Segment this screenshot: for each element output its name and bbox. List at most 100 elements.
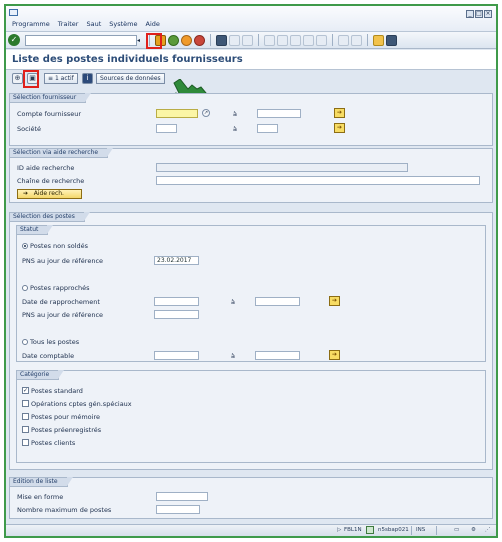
input-search-string[interactable] <box>156 176 480 185</box>
data-sources-label: Sources de données <box>100 75 161 82</box>
group-search-help: Sélection via aide recherche ID aide rec… <box>9 148 493 203</box>
dynamic-selection-label: 1 actif <box>54 75 74 82</box>
input-open-key-date[interactable]: 23.02.2017 <box>154 256 199 265</box>
status-settings-icon[interactable]: ⚙ <box>471 527 476 533</box>
group-supplier-selection: Sélection fournisseur Compte fournisseur… <box>9 93 493 146</box>
exit-icon[interactable] <box>181 34 192 46</box>
menu-programme[interactable]: Programme <box>12 20 50 28</box>
command-field[interactable] <box>25 34 137 46</box>
multiple-selection-supplier-icon[interactable]: ➔ <box>334 108 345 118</box>
layout-icon[interactable] <box>351 34 362 46</box>
checkbox-standard-items[interactable]: ✓ <box>22 387 29 394</box>
subgroup-status: Statut Postes non soldés PNS au jour de … <box>16 225 486 362</box>
status-resize-grip-icon[interactable]: ⋰ <box>485 527 491 533</box>
label-noted-items: Postes pour mémoire <box>31 413 100 421</box>
label-posting-date: Date comptable <box>22 352 75 360</box>
radio-all-items[interactable] <box>22 339 28 345</box>
data-sources-button[interactable]: Sources de données <box>96 73 165 84</box>
minimize-button[interactable]: _ <box>466 10 474 18</box>
window-controls: _ □ × <box>466 10 492 18</box>
input-supplier-to[interactable] <box>257 109 301 118</box>
title-bar: Liste des postes individuels fournisseur… <box>6 50 496 70</box>
group-item-selection-title: Sélection des postes <box>10 212 90 222</box>
menu-systeme[interactable]: Système <box>109 20 137 28</box>
group-list-output: Edition de liste Mise en forme Nombre ma… <box>9 477 493 519</box>
execute-icon[interactable]: ⊕ <box>12 73 23 84</box>
status-server: n5sbap021 <box>378 527 409 533</box>
checkbox-parked-items[interactable] <box>22 426 29 433</box>
input-clearing-date-to[interactable] <box>255 297 300 306</box>
new-session-icon[interactable] <box>316 34 327 46</box>
previous-page-icon[interactable] <box>277 34 288 46</box>
help-icon[interactable] <box>373 34 384 46</box>
close-button[interactable]: × <box>484 10 492 18</box>
next-page-icon[interactable] <box>290 34 301 46</box>
find-icon[interactable] <box>229 34 240 46</box>
info-icon[interactable]: i <box>82 73 93 84</box>
label-max-items: Nombre maximum de postes <box>17 506 112 514</box>
input-clearing-date-from[interactable] <box>154 297 199 306</box>
dynamic-selection-button[interactable]: ≡ 1 actif <box>44 73 78 84</box>
radio-open-items[interactable] <box>22 243 28 249</box>
radio-cleared-items[interactable] <box>22 285 28 291</box>
label-customer-items: Postes clients <box>31 439 76 447</box>
last-page-icon[interactable] <box>303 34 314 46</box>
status-transaction: FBL1N <box>344 527 362 533</box>
label-parked-items: Postes préenregistrés <box>31 426 102 434</box>
standard-toolbar: ✓ ◂ <box>6 32 496 49</box>
menu-saut[interactable]: Saut <box>86 20 101 28</box>
input-cleared-key-date[interactable] <box>154 310 199 319</box>
input-search-help-id[interactable] <box>156 163 408 172</box>
page-title: Liste des postes individuels fournisseur… <box>12 54 243 65</box>
maximize-button[interactable]: □ <box>475 10 483 18</box>
multiple-selection-clearing-icon[interactable]: ➔ <box>329 296 340 306</box>
cancel-icon[interactable] <box>194 34 205 46</box>
checkbox-noted-items[interactable] <box>22 413 29 420</box>
checkbox-special-gl[interactable] <box>22 400 29 407</box>
first-page-icon[interactable] <box>264 34 275 46</box>
label-special-gl: Opérations cptes gén.spéciaux <box>31 400 132 408</box>
status-play-icon[interactable]: ▷ <box>337 527 341 533</box>
application-toolbar: ⊕ ▣ ≡ 1 actif i Sources de données <box>6 71 496 87</box>
enter-icon[interactable]: ✓ <box>8 34 20 46</box>
input-posting-date-from[interactable] <box>154 351 199 360</box>
input-supplier-from[interactable] <box>156 109 198 118</box>
group-search-help-title: Sélection via aide recherche <box>10 148 114 158</box>
shortcut-icon[interactable] <box>338 34 349 46</box>
checkbox-customer-items[interactable] <box>22 439 29 446</box>
status-server-icon <box>366 526 374 534</box>
group-item-selection: Sélection des postes Statut Postes non s… <box>9 212 493 470</box>
multiple-selection-help-icon[interactable]: ↗ <box>202 109 210 117</box>
search-help-label: Aide rech. <box>33 190 64 197</box>
label-all-items: Tous les postes <box>30 338 80 346</box>
status-lock-icon[interactable]: ▭ <box>454 527 459 533</box>
label-supplier-to: à <box>233 110 237 118</box>
label-clearing-date: Date de rapprochement <box>22 298 100 306</box>
input-max-items[interactable] <box>156 505 200 514</box>
input-company-from[interactable] <box>156 124 177 133</box>
input-posting-date-to[interactable] <box>255 351 300 360</box>
label-company-code: Société <box>17 125 42 133</box>
search-help-button[interactable]: ➔ Aide rech. <box>17 189 82 199</box>
multiple-selection-company-icon[interactable]: ➔ <box>334 123 345 133</box>
customize-layout-icon[interactable] <box>386 34 397 46</box>
label-open-items: Postes non soldés <box>30 242 89 250</box>
label-posting-to: à <box>231 352 235 360</box>
print-icon[interactable] <box>216 34 227 46</box>
back-icon[interactable] <box>168 34 179 46</box>
group-list-output-title: Edition de liste <box>10 477 73 487</box>
input-company-to[interactable] <box>257 124 278 133</box>
find-next-icon[interactable] <box>242 34 253 46</box>
menu-aide[interactable]: Aide <box>146 20 160 28</box>
input-layout[interactable] <box>156 492 208 501</box>
command-history-icon[interactable]: ◂ <box>137 35 144 46</box>
sap-app-icon[interactable] <box>9 9 18 16</box>
label-search-string: Chaîne de recherche <box>17 177 85 185</box>
menu-traiter[interactable]: Traiter <box>58 20 79 28</box>
subgroup-type-title: Catégorie <box>17 370 65 380</box>
multiple-selection-posting-icon[interactable]: ➔ <box>329 350 340 360</box>
label-company-to: à <box>233 125 237 133</box>
subgroup-status-title: Statut <box>17 225 54 235</box>
menu-bar: Programme Traiter Saut Système Aide _ □ … <box>6 6 496 32</box>
menu-list: Programme Traiter Saut Système Aide <box>12 20 160 28</box>
